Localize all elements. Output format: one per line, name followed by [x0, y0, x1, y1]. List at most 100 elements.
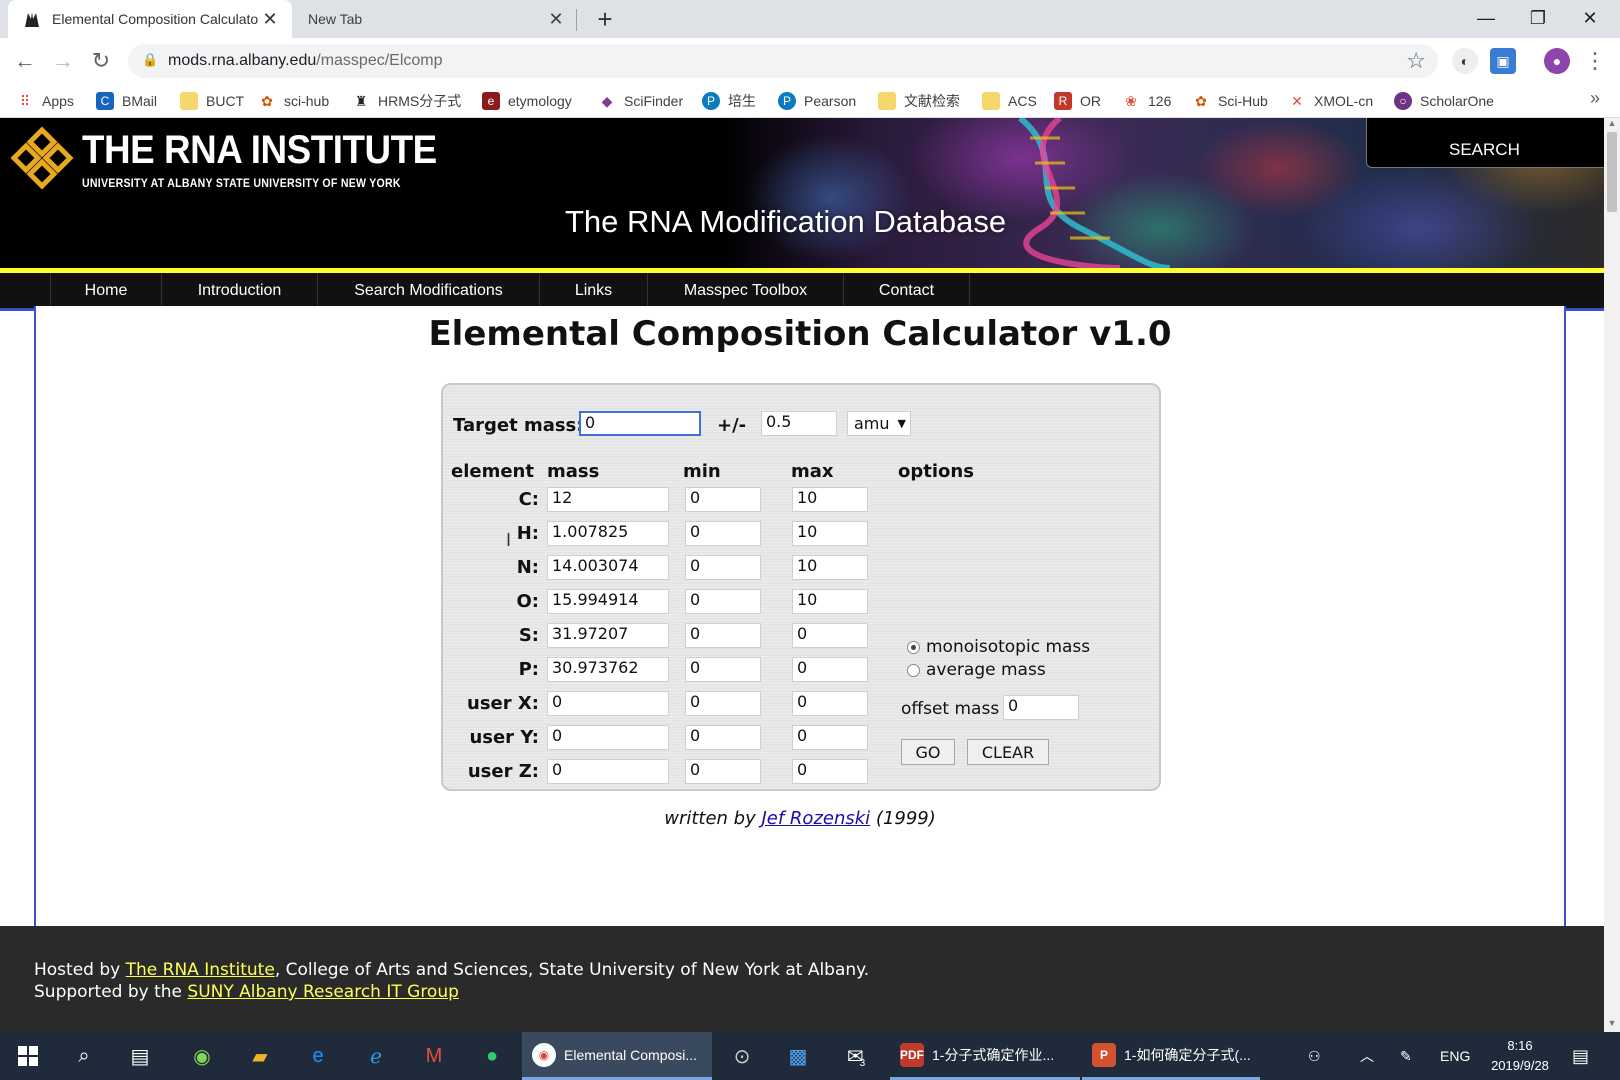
min-input[interactable]: 0 [685, 759, 761, 784]
scroll-down-arrow-icon[interactable]: ▼ [1604, 1018, 1620, 1032]
bookmark-126[interactable]: ❀ 126 [1122, 90, 1171, 112]
tab-new-tab[interactable]: New Tab ✕ [294, 0, 578, 38]
min-input[interactable]: 0 [685, 657, 761, 682]
internet-explorer-icon[interactable]: ℯ [360, 1040, 392, 1072]
extension-image-icon[interactable]: ▣ [1490, 48, 1516, 74]
bookmarks-overflow-icon[interactable]: » [1590, 88, 1600, 109]
max-input[interactable]: 10 [792, 555, 868, 580]
nav-links[interactable]: Links [540, 273, 648, 308]
unit-select[interactable]: amu ▼ [847, 411, 911, 436]
bookmark-buct[interactable]: BUCT [180, 90, 244, 112]
extension-icon[interactable]: ◐ [1452, 48, 1478, 74]
edge-browser-icon[interactable]: e [302, 1040, 334, 1072]
bookmark-star-icon[interactable]: ☆ [1406, 48, 1426, 74]
nav-search-modifications[interactable]: Search Modifications [318, 273, 540, 308]
rna-institute-link[interactable]: The RNA Institute [126, 960, 275, 980]
mass-input[interactable]: 0 [547, 759, 669, 784]
close-window-icon[interactable]: ✕ [1564, 2, 1616, 36]
taskbar-powerpoint-window[interactable]: P 1-如何确定分子式(... [1082, 1032, 1260, 1080]
min-input[interactable]: 0 [685, 555, 761, 580]
scroll-thumb[interactable] [1607, 132, 1617, 212]
max-input[interactable]: 0 [792, 725, 868, 750]
pen-icon[interactable]: ✎ [1400, 1032, 1412, 1080]
nav-masspec-toolbox[interactable]: Masspec Toolbox [648, 273, 844, 308]
reload-icon[interactable]: ↻ [86, 46, 116, 76]
nav-home[interactable]: Home [50, 273, 162, 308]
offset-mass-input[interactable]: 0 [1003, 695, 1079, 720]
max-input[interactable]: 10 [792, 521, 868, 546]
max-input[interactable]: 0 [792, 691, 868, 716]
show-hidden-icons-chevron-icon[interactable]: ︿ [1360, 1032, 1374, 1080]
max-input[interactable]: 0 [792, 759, 868, 784]
new-tab-plus-icon[interactable]: + [590, 4, 620, 35]
target-mass-input[interactable]: 0 [579, 411, 701, 436]
monoisotopic-mass-option[interactable]: monoisotopic mass [907, 637, 1090, 657]
nav-introduction[interactable]: Introduction [162, 273, 318, 308]
language-indicator[interactable]: ENG [1440, 1032, 1470, 1080]
bookmark-peixian[interactable]: P 培生 [702, 90, 756, 112]
bookmark-scifinder[interactable]: ◆ SciFinder [598, 90, 684, 112]
dictionary-icon[interactable]: ▰ [244, 1040, 276, 1072]
min-input[interactable]: 0 [685, 487, 761, 512]
min-input[interactable]: 0 [685, 725, 761, 750]
system-clock[interactable]: 8:16 2019/9/28 [1480, 1036, 1560, 1076]
min-input[interactable]: 0 [685, 691, 761, 716]
tab-elemental-composition[interactable]: Elemental Composition Calculato ✕ [8, 0, 292, 38]
average-mass-option[interactable]: average mass [907, 660, 1046, 680]
taskbar-pdf-window[interactable]: PDF 1-分子式确定作业... [890, 1032, 1080, 1080]
nav-contact[interactable]: Contact [844, 273, 970, 308]
people-icon[interactable]: ⚇ [1308, 1032, 1321, 1080]
windows-start-icon[interactable] [12, 1040, 44, 1072]
bookmark-sci-hub[interactable]: ✿ sci-hub [258, 90, 329, 112]
mass-input[interactable]: 1.007825 [547, 521, 669, 546]
close-tab-icon[interactable]: ✕ [544, 9, 568, 30]
profile-avatar[interactable]: ● [1544, 48, 1570, 74]
min-input[interactable]: 0 [685, 589, 761, 614]
max-input[interactable]: 0 [792, 657, 868, 682]
bookmark-pearson[interactable]: P Pearson [778, 90, 856, 112]
mass-input[interactable]: 0 [547, 725, 669, 750]
radio-button-checked[interactable] [907, 640, 920, 654]
go-button[interactable]: GO [901, 739, 955, 765]
mass-input[interactable]: 30.973762 [547, 657, 669, 682]
bookmark-or[interactable]: R OR [1054, 90, 1101, 112]
bookmark-bmail[interactable]: C BMail [96, 90, 157, 112]
search-icon[interactable]: ⌕ [68, 1040, 100, 1072]
max-input[interactable]: 10 [792, 487, 868, 512]
page-scrollbar[interactable]: ▲ ▼ [1604, 118, 1620, 1032]
min-input[interactable]: 0 [685, 623, 761, 648]
clear-button[interactable]: CLEAR [967, 739, 1049, 765]
restore-icon[interactable]: ❐ [1512, 2, 1564, 36]
app-icon[interactable]: ▩ [782, 1040, 814, 1072]
bookmark-scholarone[interactable]: ○ ScholarOne [1394, 90, 1494, 112]
taskbar-chrome-window[interactable]: ◉ Elemental Composi... [522, 1032, 712, 1080]
camera-app-icon[interactable]: ⊙ [726, 1040, 758, 1072]
task-view-icon[interactable]: ▤ [124, 1040, 156, 1072]
mass-input[interactable]: 0 [547, 691, 669, 716]
mass-input[interactable]: 31.97207 [547, 623, 669, 648]
bookmark-acs[interactable]: ACS [982, 90, 1037, 112]
site-search-box[interactable]: SEARCH [1366, 118, 1604, 168]
close-tab-icon[interactable]: ✕ [258, 9, 282, 30]
bookmark-apps[interactable]: ⠿ Apps [16, 90, 74, 112]
bookmark-hrms[interactable]: ♜ HRMS分子式 [352, 90, 462, 112]
bookmark-xmol[interactable]: ✕ XMOL-cn [1288, 90, 1373, 112]
author-link[interactable]: Jef Rozenski [761, 808, 870, 829]
bookmark-sci-hub-2[interactable]: ✿ Sci-Hub [1192, 90, 1268, 112]
chemdraw-icon[interactable]: ◉ [186, 1040, 218, 1072]
minimize-icon[interactable]: — [1460, 2, 1512, 36]
research-it-link[interactable]: SUNY Albany Research IT Group [187, 982, 458, 1002]
back-arrow-icon[interactable]: ← [10, 46, 40, 76]
mass-input[interactable]: 14.003074 [547, 555, 669, 580]
min-input[interactable]: 0 [685, 521, 761, 546]
scroll-up-arrow-icon[interactable]: ▲ [1604, 118, 1620, 132]
mnova-icon[interactable]: M [418, 1040, 450, 1072]
bookmark-etymology[interactable]: e etymology [482, 90, 572, 112]
tolerance-input[interactable]: 0.5 [761, 411, 837, 436]
radio-button-unchecked[interactable] [907, 663, 920, 677]
wechat-icon[interactable]: ● [476, 1040, 508, 1072]
bookmark-literature[interactable]: 文献检索 [878, 90, 960, 112]
max-input[interactable]: 10 [792, 589, 868, 614]
mass-input[interactable]: 15.994914 [547, 589, 669, 614]
max-input[interactable]: 0 [792, 623, 868, 648]
